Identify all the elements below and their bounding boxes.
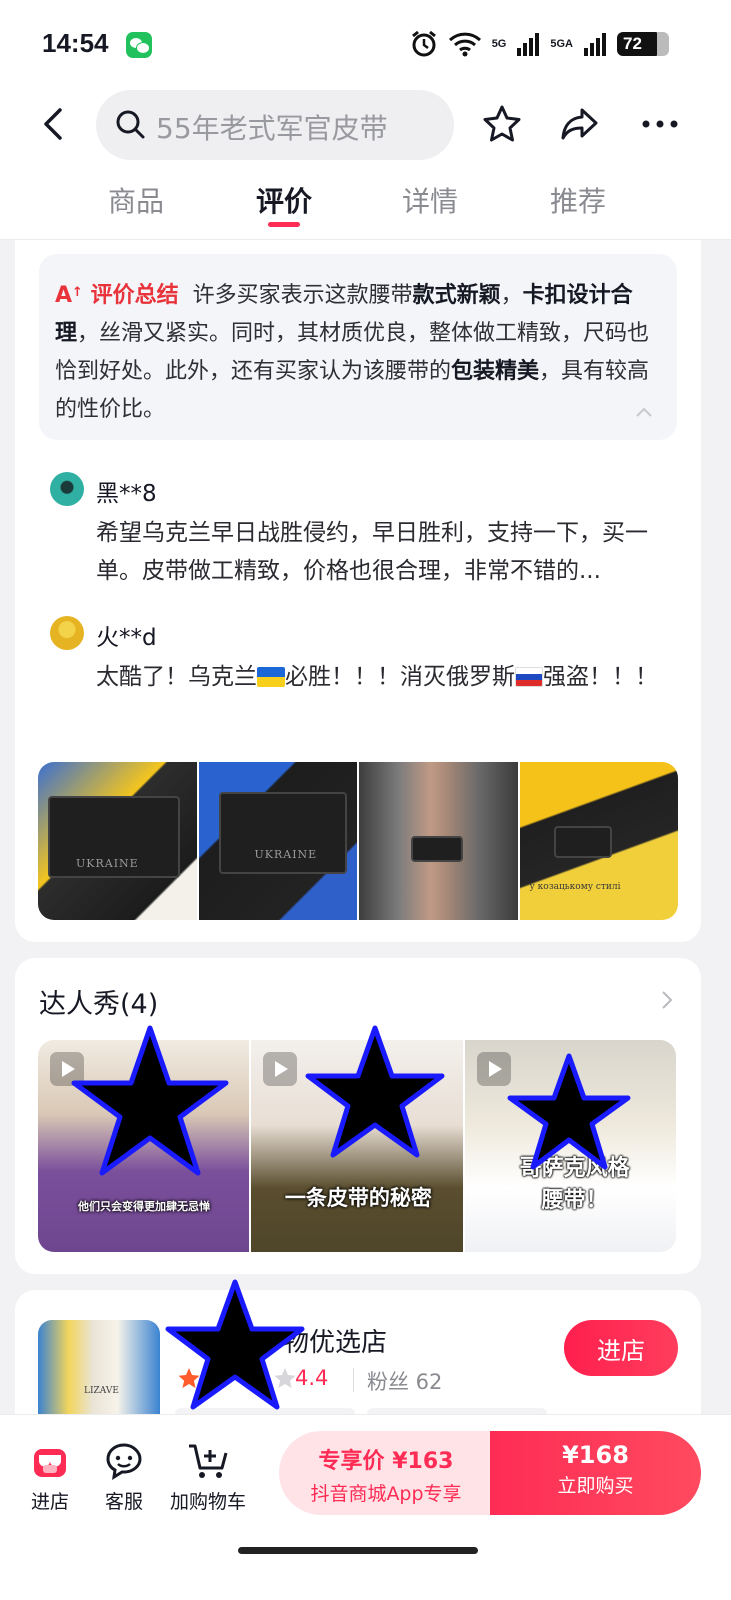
belt-buckle-image <box>218 792 347 874</box>
alarm-icon <box>411 30 436 57</box>
tab-recommend[interactable]: 推荐 <box>550 180 606 220</box>
promo-subtitle: 抖音商城App专享 <box>310 1483 462 1505</box>
battery-indicator: 72 <box>617 32 669 56</box>
cart-add-icon <box>189 1444 228 1478</box>
play-icon <box>476 1052 511 1086</box>
review-text: 太酷了！乌克兰 必胜！！！消灭俄罗斯 强盗！！！ <box>96 658 668 696</box>
search-bar[interactable]: 55年老式军官皮带 <box>96 90 454 160</box>
shop-card[interactable]: LIZAVE 物优选店 4.4 粉丝 62 进店 <box>15 1279 701 1432</box>
review-text-part: 太酷了！乌克兰 <box>96 664 257 690</box>
shop-fans-count: 粉丝 62 <box>367 1370 443 1394</box>
status-bar: 14:54 5G 5GA 72 <box>0 0 731 90</box>
buy-price: ¥168 <box>562 1441 629 1469</box>
belt-buckle-image <box>553 826 612 858</box>
app-exclusive-price-button[interactable]: 专享价 ¥163 抖音商城App专享 <box>279 1431 493 1515</box>
search-query: 55年老式军官皮带 <box>156 112 388 145</box>
top-nav: 55年老式军官皮带 <box>0 90 731 160</box>
tab-details[interactable]: 详情 <box>402 180 458 220</box>
ai-review-summary[interactable]: A↑ 评价总结 许多买家表示这款腰带款式新颖，卡扣设计合理，丝滑又紧实。同时，其… <box>39 254 677 440</box>
video-caption: 他们只会变得更加肆无忌惮 <box>78 1200 210 1213</box>
avatar <box>50 616 84 650</box>
ai-summary-highlight: 款式新颖 <box>412 283 501 308</box>
ai-sparkle-icon: ↑ <box>72 285 83 300</box>
promo-price: 专享价 ¥163 <box>318 1449 454 1474</box>
network-type-2: 5GA <box>550 38 573 50</box>
ai-summary-tag-label: 评价总结 <box>90 283 179 308</box>
signal-icon <box>517 33 540 56</box>
influencer-showcase-card[interactable]: 达人秀(4) 他们只会变得更加肆无忌惮 一条皮带的秘密 哥萨克风格 腰带！ <box>15 958 701 1274</box>
redaction-star-icon <box>507 1053 631 1170</box>
ai-icon: A <box>55 283 73 308</box>
review-text-part: 强盗！！！ <box>543 664 658 690</box>
shop-thumb-label: LIZAVE <box>84 1386 119 1396</box>
section-tabs: 商品 评价 详情 推荐 <box>0 160 731 240</box>
bottom-shop-label: 进店 <box>30 1491 69 1513</box>
review-text-part: 必胜！！！消灭俄罗斯 <box>285 664 515 690</box>
favorite-star-icon[interactable] <box>482 104 522 144</box>
more-options-icon[interactable] <box>640 104 680 144</box>
avatar <box>50 472 84 506</box>
buy-now-label: 立即购买 <box>557 1475 634 1497</box>
divider <box>353 1368 354 1392</box>
tab-product[interactable]: 商品 <box>108 180 164 220</box>
chevron-up-icon[interactable] <box>635 406 653 418</box>
signal-icon-2 <box>584 33 606 56</box>
chevron-right-icon[interactable] <box>661 990 673 1010</box>
wifi-icon <box>448 32 481 57</box>
redaction-star-icon <box>305 1025 445 1158</box>
ai-summary-segment: 许多买家表示这款腰带 <box>192 283 413 308</box>
review-username: 火**d <box>96 625 157 651</box>
video-caption: 一条皮带的秘密 <box>284 1185 432 1210</box>
influencer-section-title: 达人秀(4) <box>39 989 159 1020</box>
review-username: 黑**8 <box>96 481 157 507</box>
status-time: 14:54 <box>42 28 109 58</box>
customer-service-button[interactable]: 客服 <box>104 1441 144 1514</box>
russia-flag-icon <box>515 667 543 687</box>
tab-reviews[interactable]: 评价 <box>256 180 312 220</box>
back-arrow-icon[interactable] <box>36 106 72 142</box>
ai-summary-highlight: 包装精美 <box>451 359 540 384</box>
photo-caption: у козацькому стилі <box>529 882 621 892</box>
customer-service-label: 客服 <box>104 1491 143 1513</box>
add-to-cart-label: 加购物车 <box>170 1491 247 1513</box>
reviews-card: A↑ 评价总结 许多买家表示这款腰带款式新颖，卡扣设计合理，丝滑又紧实。同时，其… <box>15 240 701 942</box>
share-icon[interactable] <box>560 104 600 144</box>
bottom-action-bar: 进店 客服 加购物车 专享价 ¥163 抖音商城App专享 ¥168 立即购买 <box>0 1414 731 1600</box>
ai-summary-tag: A↑ 评价总结 <box>55 283 179 308</box>
shop-icon <box>34 1449 66 1477</box>
review-photo[interactable]: у козацькому стилі <box>519 762 678 920</box>
review-photo[interactable]: UKRAINE <box>198 762 357 920</box>
status-indicators: 5G 5GA 72 <box>410 30 669 58</box>
add-to-cart-button[interactable]: 加购物车 <box>170 1441 246 1514</box>
active-tab-indicator <box>268 222 300 227</box>
photo-caption: UKRAINE <box>254 848 318 861</box>
review-photo[interactable]: UKRAINE <box>38 762 197 920</box>
buy-now-button[interactable]: ¥168 立即购买 <box>490 1431 701 1515</box>
customer-service-icon <box>106 1443 142 1480</box>
bottom-shop-button[interactable]: 进店 <box>30 1441 70 1514</box>
ukraine-flag-icon <box>257 667 285 687</box>
photo-caption: UKRAINE <box>76 857 139 870</box>
redaction-star-icon <box>165 1279 305 1410</box>
review-photo[interactable] <box>359 762 518 920</box>
review-photos: UKRAINE UKRAINE у козацькому стилі <box>38 762 678 920</box>
search-icon <box>116 110 145 139</box>
play-icon <box>263 1052 298 1086</box>
belt-buckle-image <box>411 836 463 862</box>
ai-summary-segment: ， <box>500 283 523 308</box>
network-type-1: 5G <box>491 38 507 50</box>
redaction-star-icon <box>71 1025 229 1176</box>
home-indicator[interactable] <box>238 1547 478 1554</box>
review-text: 希望乌克兰早日战胜侵约，早日胜利，支持一下，买一单。皮带做工精致，价格也很合理，… <box>96 520 648 584</box>
wechat-notification-icon <box>126 32 152 58</box>
enter-shop-button[interactable]: 进店 <box>564 1320 678 1376</box>
